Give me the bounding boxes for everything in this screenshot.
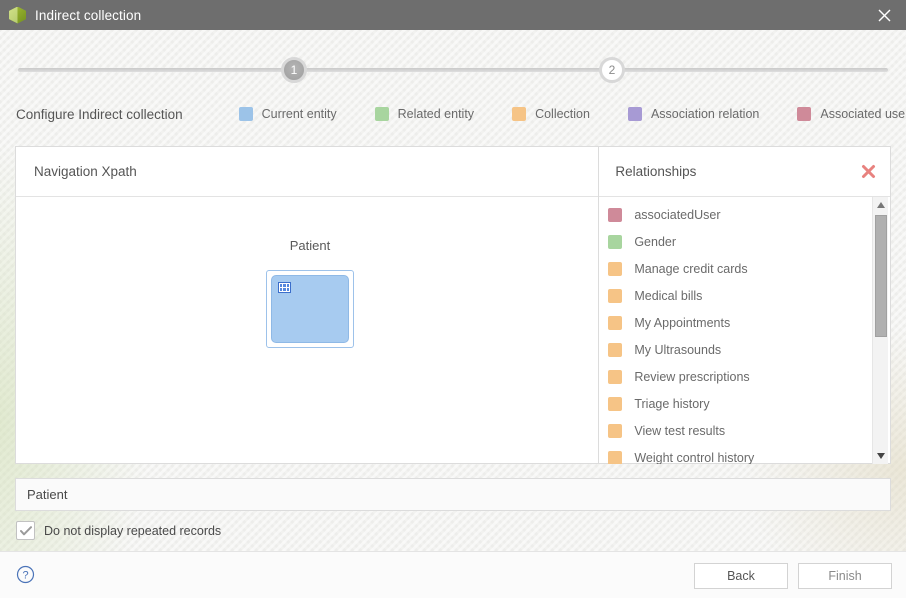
legend-item-association-relation: Association relation xyxy=(627,107,760,121)
list-item[interactable]: Review prescriptions xyxy=(599,363,890,390)
window-titlebar: Indirect collection xyxy=(0,0,906,30)
legend-swatch-associated-user xyxy=(797,107,812,121)
stepper-step-2[interactable]: 2 xyxy=(599,57,625,83)
stepper-track xyxy=(18,68,888,72)
legend-items: Current entity Related entity Collection… xyxy=(238,107,906,121)
svg-text:?: ? xyxy=(22,570,28,582)
dialog-footer: ? Back Finish xyxy=(0,551,906,598)
relationships-scrollbar[interactable] xyxy=(872,197,888,464)
list-item[interactable]: Gender xyxy=(599,228,890,255)
legend-label-related-entity: Related entity xyxy=(397,107,475,121)
relationship-swatch xyxy=(608,369,623,384)
repeated-records-checkbox[interactable] xyxy=(16,521,35,540)
relationship-label: View test results xyxy=(634,423,726,438)
close-x-icon[interactable] xyxy=(861,164,876,179)
dialog-window: Indirect collection 1 2 Configure Indire… xyxy=(0,0,906,598)
relationship-label: Triage history xyxy=(634,396,710,411)
relationship-swatch xyxy=(608,261,623,276)
legend-swatch-current-entity xyxy=(238,107,253,121)
relationship-swatch xyxy=(608,288,623,303)
legend-item-current-entity: Current entity xyxy=(238,107,337,121)
entity-node-label: Patient xyxy=(289,238,331,253)
wizard-stepper: 1 2 xyxy=(0,30,906,94)
legend-item-associated-user: Associated user xyxy=(797,107,906,121)
relationship-label: Review prescriptions xyxy=(634,369,750,384)
scroll-down-arrow-icon[interactable] xyxy=(873,448,889,464)
hexagon-cube-icon xyxy=(9,6,26,24)
relationship-swatch xyxy=(608,423,623,438)
relationship-swatch xyxy=(608,396,623,411)
list-item[interactable]: Medical bills xyxy=(599,282,890,309)
window-title: Indirect collection xyxy=(35,7,142,23)
stepper-step-1[interactable]: 1 xyxy=(281,57,307,83)
scroll-up-arrow-icon[interactable] xyxy=(873,197,889,213)
scrollbar-thumb[interactable] xyxy=(875,215,887,337)
list-item[interactable]: Triage history xyxy=(599,390,890,417)
relationships-pane: Relationships associatedUser Gender Mana… xyxy=(599,147,890,464)
relationships-list[interactable]: associatedUser Gender Manage credit card… xyxy=(599,197,890,464)
legend-row: Configure Indirect collection Current en… xyxy=(0,100,906,128)
legend-swatch-collection xyxy=(512,107,527,121)
list-item[interactable]: Weight control history xyxy=(599,444,890,464)
list-item[interactable]: My Appointments xyxy=(599,309,890,336)
configure-label: Configure Indirect collection xyxy=(16,106,183,122)
relationship-label: Weight control history xyxy=(634,450,755,465)
finish-button[interactable]: Finish xyxy=(798,563,892,589)
legend-label-current-entity: Current entity xyxy=(261,107,337,121)
relationship-label: associatedUser xyxy=(634,207,721,222)
legend-swatch-related-entity xyxy=(374,107,389,121)
legend-label-association-relation: Association relation xyxy=(650,107,760,121)
entity-node[interactable]: Patient xyxy=(257,238,363,348)
close-icon[interactable] xyxy=(862,0,906,30)
back-button[interactable]: Back xyxy=(694,563,788,589)
relationship-swatch xyxy=(608,342,623,357)
relationship-swatch xyxy=(608,315,623,330)
legend-label-collection: Collection xyxy=(535,107,590,121)
xpath-canvas[interactable]: Patient xyxy=(16,197,598,464)
checkmark-icon xyxy=(19,525,32,535)
navigation-xpath-header: Navigation Xpath xyxy=(16,147,599,197)
entity-node-selection-outline xyxy=(266,270,354,348)
list-item[interactable]: Manage credit cards xyxy=(599,255,890,282)
relationship-label: Manage credit cards xyxy=(634,261,748,276)
list-item[interactable]: associatedUser xyxy=(599,201,890,228)
legend-item-related-entity: Related entity xyxy=(374,107,475,121)
xpath-value-field[interactable]: Patient xyxy=(15,478,891,511)
legend-swatch-association-relation xyxy=(627,107,642,121)
legend-item-collection: Collection xyxy=(512,107,590,121)
relationship-swatch xyxy=(608,207,623,222)
relationship-label: My Ultrasounds xyxy=(634,342,722,357)
relationship-label: My Appointments xyxy=(634,315,731,330)
help-question-icon[interactable]: ? xyxy=(16,565,35,584)
repeated-records-label: Do not display repeated records xyxy=(44,523,222,538)
navigation-xpath-pane: Navigation Xpath Patient xyxy=(16,147,600,464)
legend-label-associated-user: Associated user xyxy=(820,107,906,121)
xpath-value-text: Patient xyxy=(27,487,68,502)
repeated-records-checkbox-row[interactable]: Do not display repeated records xyxy=(16,521,221,540)
relationship-swatch xyxy=(608,450,623,464)
list-item[interactable]: My Ultrasounds xyxy=(599,336,890,363)
relationships-title: Relationships xyxy=(615,164,697,179)
table-grid-icon xyxy=(278,282,291,293)
content-card: Navigation Xpath Patient Relationships a… xyxy=(15,146,891,464)
relationship-label: Medical bills xyxy=(634,288,703,303)
navigation-xpath-title: Navigation Xpath xyxy=(34,164,137,179)
list-item[interactable]: View test results xyxy=(599,417,890,444)
entity-node-box[interactable] xyxy=(271,275,349,343)
relationships-header: Relationships xyxy=(599,147,890,197)
relationship-swatch xyxy=(608,234,623,249)
relationship-label: Gender xyxy=(634,234,677,249)
